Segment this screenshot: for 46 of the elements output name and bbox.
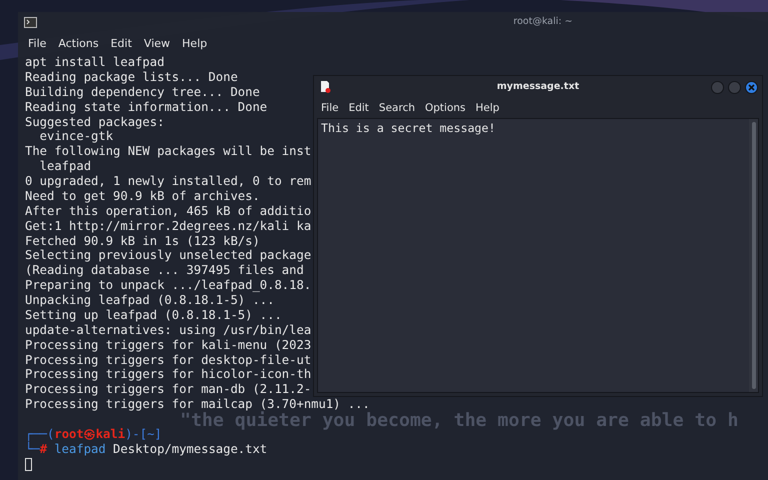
terminal-line: Get:1 http://mirror.2degrees.nz/kali ka bbox=[25, 218, 312, 234]
scrollbar[interactable] bbox=[749, 119, 758, 392]
terminal-line: (Reading database ... 397495 files and bbox=[25, 263, 305, 278]
terminal-line: Processing triggers for mailcap (3.70+nmu1) ... bbox=[25, 397, 370, 412]
terminal-line: Setting up leafpad (0.8.18.1-5) ... bbox=[25, 308, 282, 323]
window-title: root@kali: ~ bbox=[512, 16, 574, 27]
terminal-line: 0 upgraded, 1 newly installed, 0 to rem bbox=[25, 174, 312, 189]
window-title: mymessage.txt bbox=[496, 81, 580, 92]
menu-item[interactable]: Edit bbox=[104, 36, 138, 50]
close-icon bbox=[748, 84, 755, 90]
terminal-line: leafpad bbox=[38, 159, 92, 174]
maximize-button[interactable] bbox=[728, 80, 741, 94]
prompt-line: ┌──(root㉿kali)-[~] bbox=[25, 426, 162, 442]
terminal-line: Processing triggers for desktop-file-ut bbox=[25, 352, 312, 368]
menu-item[interactable]: Search bbox=[374, 102, 420, 114]
terminal-line: update-alternatives: using /usr/bin/lea bbox=[25, 322, 312, 338]
terminal-line: Unpacking leafpad (0.8.18.1-5) ... bbox=[25, 293, 274, 308]
terminal-line: Reading package lists... Done bbox=[25, 70, 238, 85]
terminal-line: Need to get 90.9 kB of archives. bbox=[25, 188, 260, 204]
prompt-line: └─# leafpad Desktop/mymessage.txt bbox=[25, 442, 268, 457]
menu-item[interactable]: Help bbox=[176, 36, 214, 50]
menu-item[interactable]: Options bbox=[420, 102, 471, 114]
menu-item[interactable]: File bbox=[22, 36, 52, 50]
close-button[interactable] bbox=[745, 80, 758, 94]
terminal-line: After this operation, 465 kB of additio bbox=[25, 204, 312, 219]
minimize-button[interactable] bbox=[711, 80, 724, 94]
terminal-line: Reading state information... Done bbox=[25, 100, 268, 114]
terminal-line: Preparing to unpack .../leafpad_0.8.18. bbox=[25, 278, 312, 293]
terminal-line: evince-gtk bbox=[38, 129, 114, 144]
menu-item[interactable]: Edit bbox=[344, 102, 374, 114]
terminal-line: The following NEW packages will be inst bbox=[25, 144, 312, 160]
menu-item[interactable]: View bbox=[138, 36, 176, 50]
menu-item[interactable]: Help bbox=[470, 102, 504, 114]
terminal-line: Selecting previously unselected package bbox=[25, 248, 312, 264]
terminal-line: Processing triggers for man-db (2.11.2- bbox=[25, 382, 312, 398]
menu-item[interactable]: Actions bbox=[52, 36, 105, 50]
terminal-line: apt install leafpad bbox=[25, 55, 164, 70]
terminal-line: Processing triggers for hicolor-icon-th bbox=[25, 367, 312, 382]
terminal-icon bbox=[24, 17, 37, 28]
terminal-line: Fetched 90.9 kB in 1s (123 kB/s) bbox=[25, 234, 260, 248]
text-cursor bbox=[25, 458, 32, 471]
document-icon bbox=[320, 81, 331, 93]
menu-item[interactable]: File bbox=[316, 102, 344, 114]
terminal-line: Processing triggers for kali-menu (2023 bbox=[25, 338, 312, 352]
terminal-line: Suggested packages: bbox=[25, 114, 164, 130]
terminal-line: Building dependency tree... Done bbox=[25, 84, 260, 100]
